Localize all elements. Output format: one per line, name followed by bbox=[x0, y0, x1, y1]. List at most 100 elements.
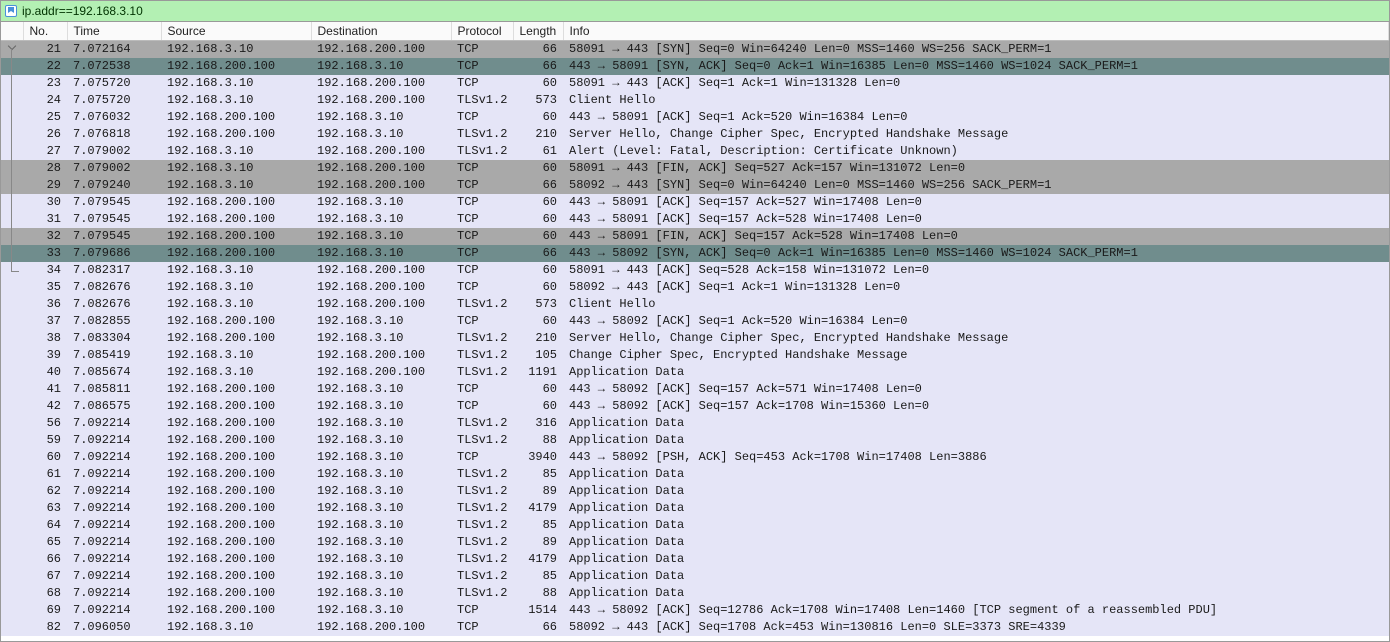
packet-destination: 192.168.200.100 bbox=[311, 279, 451, 296]
packet-destination: 192.168.3.10 bbox=[311, 109, 451, 126]
packet-no: 30 bbox=[23, 194, 67, 211]
packet-length: 85 bbox=[513, 517, 563, 534]
packet-info: 58092 → 443 [ACK] Seq=1 Ack=1 Win=131328… bbox=[563, 279, 1389, 296]
packet-list-header-row: No. Time Source Destination Protocol Len… bbox=[1, 22, 1389, 41]
packet-length: 60 bbox=[513, 211, 563, 228]
packet-row[interactable]: 347.082317192.168.3.10192.168.200.100TCP… bbox=[1, 262, 1389, 279]
col-time-header[interactable]: Time bbox=[67, 22, 161, 41]
packet-destination: 192.168.3.10 bbox=[311, 211, 451, 228]
packet-info: 58091 → 443 [FIN, ACK] Seq=527 Ack=157 W… bbox=[563, 160, 1389, 177]
packet-destination: 192.168.200.100 bbox=[311, 177, 451, 194]
packet-length: 85 bbox=[513, 568, 563, 585]
packet-row[interactable]: 337.079686192.168.200.100192.168.3.10TCP… bbox=[1, 245, 1389, 262]
packet-protocol: TLSv1.2 bbox=[451, 517, 513, 534]
packet-source: 192.168.200.100 bbox=[161, 109, 311, 126]
packet-row[interactable]: 357.082676192.168.3.10192.168.200.100TCP… bbox=[1, 279, 1389, 296]
packet-row[interactable]: 637.092214192.168.200.100192.168.3.10TLS… bbox=[1, 500, 1389, 517]
col-info-header[interactable]: Info bbox=[563, 22, 1389, 41]
packet-row[interactable]: 377.082855192.168.200.100192.168.3.10TCP… bbox=[1, 313, 1389, 330]
packet-row[interactable]: 597.092214192.168.200.100192.168.3.10TLS… bbox=[1, 432, 1389, 449]
packet-no: 40 bbox=[23, 364, 67, 381]
packet-row[interactable]: 397.085419192.168.3.10192.168.200.100TLS… bbox=[1, 347, 1389, 364]
packet-length: 88 bbox=[513, 432, 563, 449]
packet-source: 192.168.200.100 bbox=[161, 551, 311, 568]
packet-length: 88 bbox=[513, 585, 563, 602]
packet-destination: 192.168.200.100 bbox=[311, 347, 451, 364]
packet-row[interactable]: 297.079240192.168.3.10192.168.200.100TCP… bbox=[1, 177, 1389, 194]
packet-row[interactable]: 277.079002192.168.3.10192.168.200.100TLS… bbox=[1, 143, 1389, 160]
packet-row[interactable]: 407.085674192.168.3.10192.168.200.100TLS… bbox=[1, 364, 1389, 381]
packet-destination: 192.168.3.10 bbox=[311, 58, 451, 75]
packet-row[interactable]: 247.075720192.168.3.10192.168.200.100TLS… bbox=[1, 92, 1389, 109]
packet-info: Application Data bbox=[563, 517, 1389, 534]
packet-length: 60 bbox=[513, 313, 563, 330]
col-no-header[interactable]: No. bbox=[23, 22, 67, 41]
packet-length: 61 bbox=[513, 143, 563, 160]
bookmark-filter-icon[interactable] bbox=[4, 4, 18, 18]
packet-row[interactable]: 677.092214192.168.200.100192.168.3.10TLS… bbox=[1, 568, 1389, 585]
related-packet-indicator bbox=[1, 432, 23, 449]
packet-protocol: TCP bbox=[451, 228, 513, 245]
display-filter-bar[interactable] bbox=[0, 0, 1390, 22]
related-packet-indicator bbox=[1, 160, 23, 177]
packet-destination: 192.168.200.100 bbox=[311, 262, 451, 279]
col-dst-header[interactable]: Destination bbox=[311, 22, 451, 41]
packet-row[interactable]: 687.092214192.168.200.100192.168.3.10TLS… bbox=[1, 585, 1389, 602]
packet-time: 7.092214 bbox=[67, 585, 161, 602]
packet-row[interactable]: 427.086575192.168.200.100192.168.3.10TCP… bbox=[1, 398, 1389, 415]
packet-row[interactable]: 217.072164192.168.3.10192.168.200.100TCP… bbox=[1, 41, 1389, 59]
related-packet-indicator bbox=[1, 58, 23, 75]
packet-row[interactable]: 607.092214192.168.200.100192.168.3.10TCP… bbox=[1, 449, 1389, 466]
packet-length: 60 bbox=[513, 109, 563, 126]
packet-row[interactable]: 327.079545192.168.200.100192.168.3.10TCP… bbox=[1, 228, 1389, 245]
packet-row[interactable]: 257.076032192.168.200.100192.168.3.10TCP… bbox=[1, 109, 1389, 126]
col-len-header[interactable]: Length bbox=[513, 22, 563, 41]
packet-row[interactable]: 417.085811192.168.200.100192.168.3.10TCP… bbox=[1, 381, 1389, 398]
related-packet-indicator bbox=[1, 143, 23, 160]
packet-row[interactable]: 617.092214192.168.200.100192.168.3.10TLS… bbox=[1, 466, 1389, 483]
related-packet-indicator bbox=[1, 398, 23, 415]
packet-row[interactable]: 697.092214192.168.200.100192.168.3.10TCP… bbox=[1, 602, 1389, 619]
packet-row[interactable]: 647.092214192.168.200.100192.168.3.10TLS… bbox=[1, 517, 1389, 534]
packet-destination: 192.168.3.10 bbox=[311, 483, 451, 500]
related-packet-indicator bbox=[1, 92, 23, 109]
packet-row[interactable]: 567.092214192.168.200.100192.168.3.10TLS… bbox=[1, 415, 1389, 432]
related-packet-indicator bbox=[1, 330, 23, 347]
packet-length: 60 bbox=[513, 279, 563, 296]
packet-row[interactable]: 627.092214192.168.200.100192.168.3.10TLS… bbox=[1, 483, 1389, 500]
packet-list-panel[interactable]: No. Time Source Destination Protocol Len… bbox=[0, 22, 1390, 642]
packet-destination: 192.168.3.10 bbox=[311, 500, 451, 517]
display-filter-input[interactable] bbox=[22, 4, 1386, 18]
packet-time: 7.092214 bbox=[67, 602, 161, 619]
packet-row[interactable]: 287.079002192.168.3.10192.168.200.100TCP… bbox=[1, 160, 1389, 177]
packet-protocol: TCP bbox=[451, 279, 513, 296]
packet-source: 192.168.200.100 bbox=[161, 534, 311, 551]
packet-source: 192.168.3.10 bbox=[161, 41, 311, 59]
packet-row[interactable]: 227.072538192.168.200.100192.168.3.10TCP… bbox=[1, 58, 1389, 75]
packet-source: 192.168.200.100 bbox=[161, 194, 311, 211]
col-tree-header[interactable] bbox=[1, 22, 23, 41]
packet-row[interactable]: 657.092214192.168.200.100192.168.3.10TLS… bbox=[1, 534, 1389, 551]
packet-row[interactable]: 827.096050192.168.3.10192.168.200.100TCP… bbox=[1, 619, 1389, 636]
col-src-header[interactable]: Source bbox=[161, 22, 311, 41]
packet-row[interactable]: 317.079545192.168.200.100192.168.3.10TCP… bbox=[1, 211, 1389, 228]
packet-time: 7.085419 bbox=[67, 347, 161, 364]
packet-length: 210 bbox=[513, 126, 563, 143]
packet-row[interactable]: 307.079545192.168.200.100192.168.3.10TCP… bbox=[1, 194, 1389, 211]
col-proto-header[interactable]: Protocol bbox=[451, 22, 513, 41]
packet-row[interactable]: 667.092214192.168.200.100192.168.3.10TLS… bbox=[1, 551, 1389, 568]
packet-row[interactable]: 387.083304192.168.200.100192.168.3.10TLS… bbox=[1, 330, 1389, 347]
packet-row[interactable]: 237.075720192.168.3.10192.168.200.100TCP… bbox=[1, 75, 1389, 92]
packet-destination: 192.168.3.10 bbox=[311, 415, 451, 432]
packet-time: 7.092214 bbox=[67, 517, 161, 534]
packet-row[interactable]: 367.082676192.168.3.10192.168.200.100TLS… bbox=[1, 296, 1389, 313]
packet-source: 192.168.200.100 bbox=[161, 602, 311, 619]
related-packet-indicator bbox=[1, 619, 23, 636]
packet-protocol: TLSv1.2 bbox=[451, 466, 513, 483]
packet-row[interactable]: 267.076818192.168.200.100192.168.3.10TLS… bbox=[1, 126, 1389, 143]
packet-no: 60 bbox=[23, 449, 67, 466]
packet-length: 210 bbox=[513, 330, 563, 347]
related-packet-indicator bbox=[1, 449, 23, 466]
packet-protocol: TLSv1.2 bbox=[451, 500, 513, 517]
packet-info: Application Data bbox=[563, 568, 1389, 585]
